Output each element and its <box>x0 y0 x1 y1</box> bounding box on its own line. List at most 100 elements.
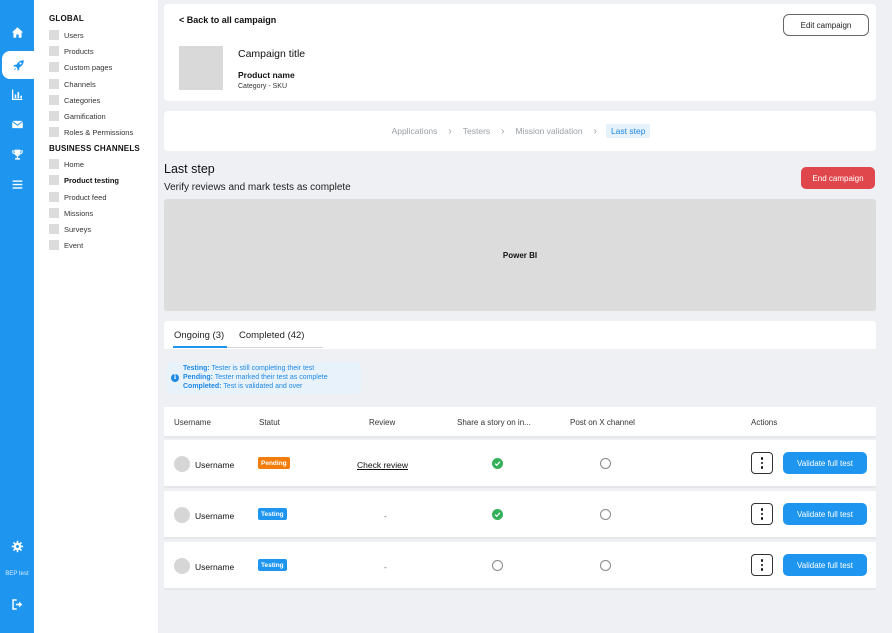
back-to-campaigns-link[interactable]: < Back to all campaign <box>179 15 276 25</box>
powerbi-panel: Power BI <box>164 199 876 311</box>
product-name: Product name <box>238 70 295 80</box>
col-post-x: Post on X channel <box>570 418 635 427</box>
menu-icon[interactable] <box>0 170 34 198</box>
nav-item-icon <box>49 46 59 56</box>
info-icon: i <box>171 374 179 382</box>
nav-item-custom-pages[interactable]: Custom pages <box>49 61 112 73</box>
col-share-story: Share a story on in... <box>457 418 531 427</box>
nav-item-categories[interactable]: Categories <box>49 94 100 106</box>
breadcrumb-last-step[interactable]: Last step <box>605 124 651 138</box>
bar-chart-icon[interactable] <box>0 80 34 108</box>
nav-item-icon <box>49 127 59 137</box>
validate-full-test-button[interactable]: Validate full test <box>783 503 867 525</box>
nav-item-icon <box>49 208 59 218</box>
nav-item-icon <box>49 79 59 89</box>
check-circle-icon <box>492 458 503 469</box>
nav-heading-global: GLOBAL <box>49 14 84 23</box>
username: Username <box>195 562 235 572</box>
col-review: Review <box>369 418 396 427</box>
review-empty: - <box>384 562 387 572</box>
username: Username <box>195 460 235 470</box>
trophy-icon[interactable] <box>0 140 34 168</box>
icon-rail: BEP test <box>0 0 34 633</box>
rocket-icon[interactable] <box>2 51 34 79</box>
nav-item-icon <box>49 62 59 72</box>
campaign-title: Campaign title <box>238 48 306 60</box>
legend-pending: Pending: Tester marked their test as com… <box>183 374 328 381</box>
edit-campaign-button[interactable]: Edit campaign <box>783 14 869 36</box>
more-options-button[interactable] <box>751 452 773 474</box>
col-statut: Statut <box>259 418 280 427</box>
nav-item-users[interactable]: Users <box>49 29 84 41</box>
product-thumbnail <box>179 46 223 90</box>
table-row: Username Testing - Validate full test <box>164 491 876 539</box>
col-actions: Actions <box>751 418 778 427</box>
legend-testing: Testing: Tester is still completing thei… <box>183 365 315 372</box>
chevron-right-icon: › <box>448 125 452 137</box>
avatar <box>174 507 190 523</box>
status-legend: i Testing: Tester is still completing th… <box>167 362 361 394</box>
nav-heading-business: BUSINESS CHANNELS <box>49 144 140 153</box>
validate-full-test-button[interactable]: Validate full test <box>783 452 867 474</box>
check-circle-icon <box>492 509 503 520</box>
mail-icon[interactable] <box>0 110 34 138</box>
end-campaign-button[interactable]: End campaign <box>801 167 875 189</box>
testers-table: Username Statut Review Share a story on … <box>164 407 876 590</box>
active-tab-indicator <box>173 346 227 348</box>
status-badge: Testing <box>258 559 287 571</box>
tab-completed[interactable]: Completed (42) <box>239 330 304 341</box>
nav-item-icon <box>49 95 59 105</box>
nav-item-icon <box>49 240 59 250</box>
avatar <box>174 558 190 574</box>
breadcrumb-testers[interactable]: Testers <box>461 126 492 136</box>
empty-circle-icon <box>600 509 611 520</box>
page-title: Last step <box>164 162 215 176</box>
table-row: Username Pending Check review Validate f… <box>164 440 876 488</box>
more-options-button[interactable] <box>751 554 773 576</box>
status-badge: Testing <box>258 508 287 520</box>
breadcrumb: Applications › Testers › Mission validat… <box>164 111 876 151</box>
nav-item-home[interactable]: Home <box>49 158 84 170</box>
logout-icon[interactable] <box>0 590 34 618</box>
review-empty: - <box>384 511 387 521</box>
nav-item-surveys[interactable]: Surveys <box>49 223 91 235</box>
col-username: Username <box>174 418 211 427</box>
check-review-link[interactable]: Check review <box>357 460 408 470</box>
powerbi-label: Power BI <box>502 250 538 260</box>
nav-menu: GLOBAL Users Products Custom pages Chann… <box>34 0 158 633</box>
table-header: Username Statut Review Share a story on … <box>164 407 876 438</box>
breadcrumb-applications[interactable]: Applications <box>390 126 440 136</box>
legend-completed: Completed: Test is validated and over <box>183 383 303 390</box>
breadcrumb-mission-validation[interactable]: Mission validation <box>514 126 585 136</box>
nav-item-gamification[interactable]: Gamification <box>49 110 106 122</box>
chevron-right-icon: › <box>593 125 597 137</box>
category-sku: Category - SKU <box>238 83 288 90</box>
home-icon[interactable] <box>0 18 34 46</box>
user-label: BEP test <box>5 571 29 577</box>
nav-item-products[interactable]: Products <box>49 45 94 57</box>
nav-item-roles-permissions[interactable]: Roles & Permissions <box>49 126 133 138</box>
nav-item-icon <box>49 175 59 185</box>
nav-item-product-testing[interactable]: Product testing <box>49 174 119 186</box>
nav-item-product-feed[interactable]: Product feed <box>49 191 107 203</box>
table-row: Username Testing - Validate full test <box>164 542 876 590</box>
more-options-button[interactable] <box>751 503 773 525</box>
nav-item-icon <box>49 111 59 121</box>
tab-ongoing[interactable]: Ongoing (3) <box>174 330 224 341</box>
validate-full-test-button[interactable]: Validate full test <box>783 554 867 576</box>
username: Username <box>195 511 235 521</box>
nav-item-icon <box>49 159 59 169</box>
tab-divider <box>227 347 323 348</box>
gear-icon[interactable] <box>0 532 34 560</box>
nav-item-event[interactable]: Event <box>49 239 83 251</box>
empty-circle-icon <box>600 560 611 571</box>
tabs: Ongoing (3) Completed (42) <box>164 321 876 349</box>
nav-item-icon <box>49 192 59 202</box>
nav-item-icon <box>49 30 59 40</box>
nav-item-channels[interactable]: Channels <box>49 78 96 90</box>
nav-item-missions[interactable]: Missions <box>49 207 93 219</box>
status-badge: Pending <box>258 457 290 469</box>
empty-circle-icon <box>492 560 503 571</box>
campaign-header-card: < Back to all campaign Edit campaign Cam… <box>164 4 876 101</box>
empty-circle-icon <box>600 458 611 469</box>
